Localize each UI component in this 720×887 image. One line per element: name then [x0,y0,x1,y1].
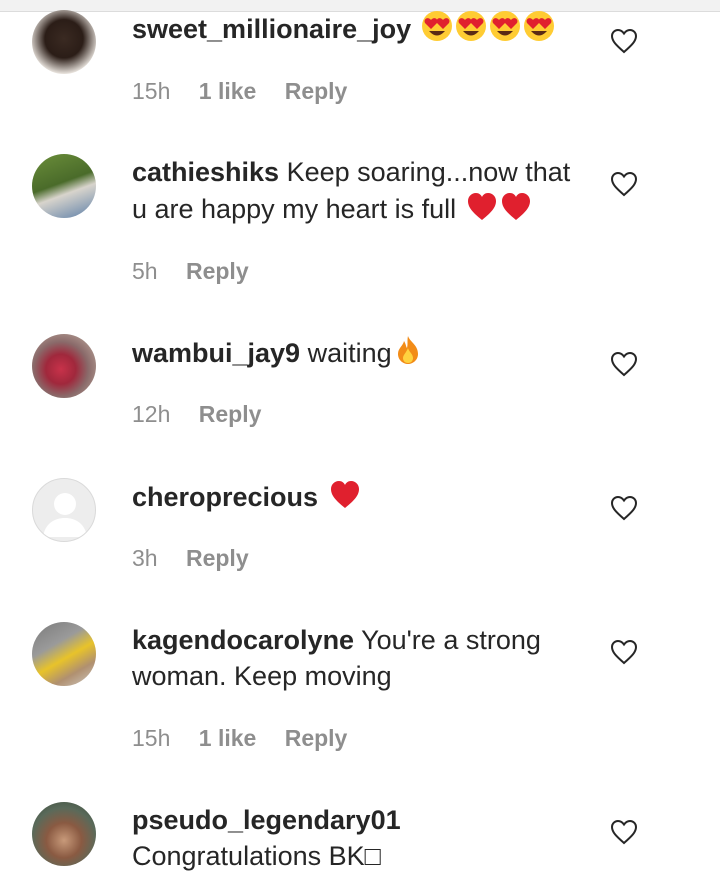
comment-meta: 15h 1 like Reply [132,78,369,105]
timestamp: 3h [132,545,158,571]
timestamp: 12h [132,401,171,427]
comment-meta: 15h 1 like Reply [132,725,369,752]
red-heart-emoji [330,481,359,508]
heart-eyes-emoji-row [419,11,555,44]
reply-button[interactable]: Reply [199,401,262,427]
reply-button[interactable]: Reply [186,545,249,571]
username-link[interactable]: cathieshiks [132,157,279,187]
reply-button[interactable]: Reply [285,78,348,104]
username-link[interactable]: pseudo_legendary01 [132,805,401,835]
default-avatar-icon [43,493,87,537]
comment-body: cheroprecious [132,478,592,515]
comment-meta: 3h Reply [132,545,271,572]
like-heart-icon[interactable] [610,495,638,521]
avatar[interactable] [32,622,96,686]
avatar[interactable] [32,10,96,74]
comment-meta: 5h Reply [132,258,271,285]
comment-text: Congratulations BK□ [132,841,381,871]
comment-body: kagendocarolyne You're a strong woman. K… [132,622,592,694]
reply-button[interactable]: Reply [285,725,348,751]
heart-eyes-emoji [421,11,554,41]
like-heart-icon[interactable] [610,351,638,377]
comment-body: cathieshiks Keep soaring...now that u ar… [132,154,592,227]
avatar[interactable] [32,154,96,218]
timestamp: 15h [132,78,171,104]
likes-count[interactable]: 1 like [199,725,257,751]
like-heart-icon[interactable] [610,819,638,845]
timestamp: 5h [132,258,158,284]
comment-body: wambui_jay9 waiting [132,334,592,371]
avatar[interactable] [32,802,96,866]
avatar[interactable] [32,478,96,542]
like-heart-icon[interactable] [610,639,638,665]
username-link[interactable]: wambui_jay9 [132,338,300,368]
comment-text: waiting [307,338,392,368]
comment-body: pseudo_legendary01 Congratulations BK□ [132,802,592,874]
comment-meta: 12h Reply [132,401,283,428]
timestamp: 15h [132,725,171,751]
comment-body: sweet_millionaire_joy [132,10,592,47]
fire-emoji [397,336,418,364]
username-link[interactable]: sweet_millionaire_joy [132,14,411,44]
red-heart-emoji [467,193,530,220]
like-heart-icon[interactable] [610,171,638,197]
avatar[interactable] [32,334,96,398]
like-heart-icon[interactable] [610,28,638,54]
reply-button[interactable]: Reply [186,258,249,284]
username-link[interactable]: cheroprecious [132,482,318,512]
likes-count[interactable]: 1 like [199,78,257,104]
username-link[interactable]: kagendocarolyne [132,625,354,655]
